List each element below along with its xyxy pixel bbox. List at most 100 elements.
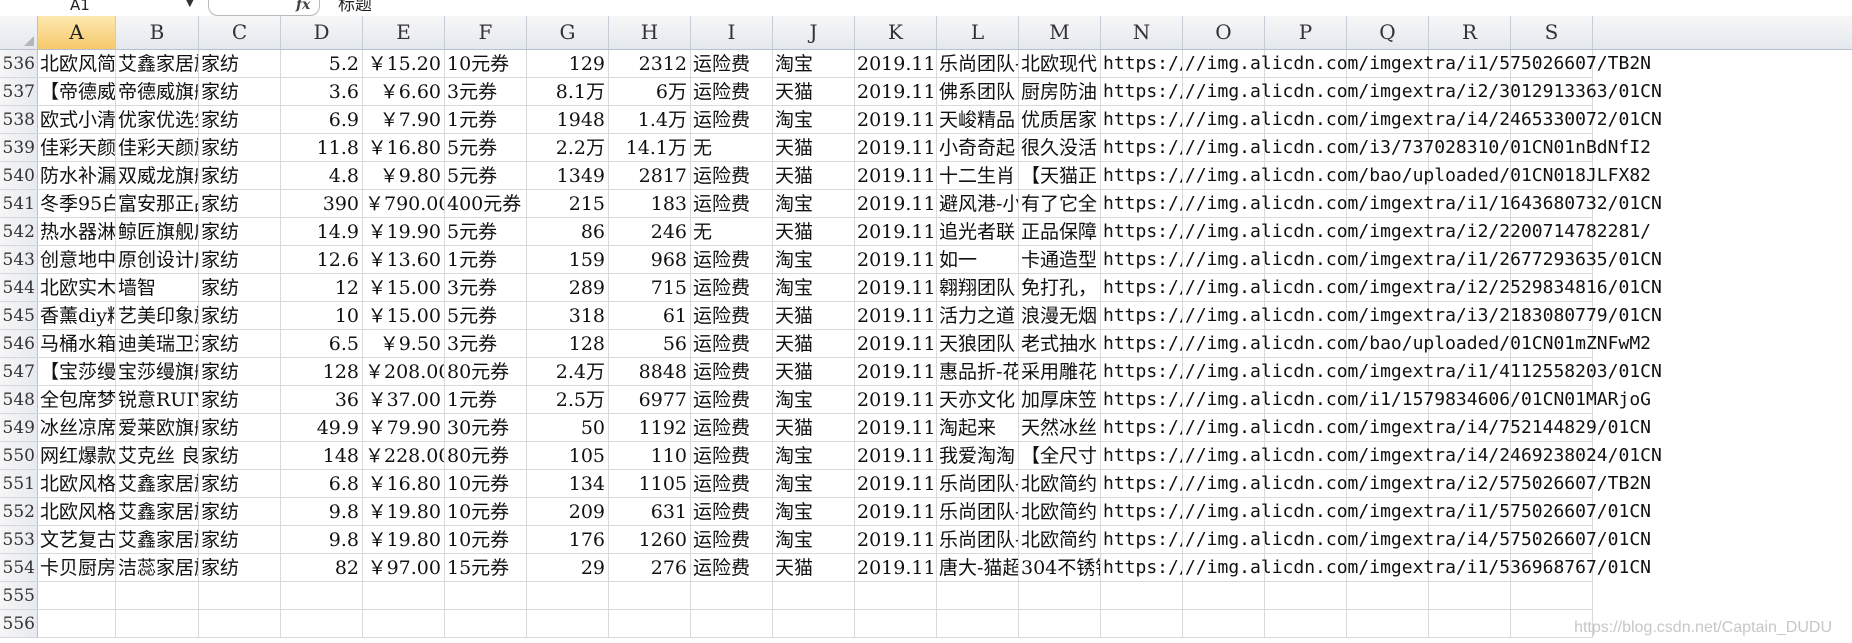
cell-image-url[interactable]: //img.alicdn.com/imgextra/i1/4112558203/…: [1183, 358, 1662, 386]
name-box-dropdown-icon[interactable]: ▼: [186, 0, 194, 9]
column-header-h[interactable]: H: [609, 16, 691, 49]
cell-monthly-sales[interactable]: 6977: [609, 386, 691, 414]
cell-price[interactable]: ￥15.00: [363, 274, 445, 302]
cell-shipping[interactable]: 无: [691, 218, 773, 246]
row-header[interactable]: 541: [0, 190, 38, 218]
cell-category[interactable]: 家纺: [199, 470, 281, 498]
cell-link[interactable]: https://: [1101, 526, 1183, 554]
cell-shipping[interactable]: 运险费: [691, 526, 773, 554]
cell-coupon[interactable]: 80元券: [445, 442, 527, 470]
cell-image-url[interactable]: //img.alicdn.com/imgextra/i2/2529834816/…: [1183, 274, 1662, 302]
cell-link[interactable]: https://: [1101, 218, 1183, 246]
cell-coupon-price[interactable]: 9.8: [281, 498, 363, 526]
cell-shipping[interactable]: 运险费: [691, 302, 773, 330]
cell-title[interactable]: 热水器淋浴: [38, 218, 116, 246]
cell-coupon-price[interactable]: 49.9: [281, 414, 363, 442]
cell-coupon-price[interactable]: 3.6: [281, 78, 363, 106]
cell-category[interactable]: 家纺: [199, 218, 281, 246]
cell-price[interactable]: ￥16.80: [363, 134, 445, 162]
cell-price[interactable]: ￥9.50: [363, 330, 445, 358]
column-header-e[interactable]: E: [363, 16, 445, 49]
cell-team[interactable]: 佛系团队: [937, 78, 1019, 106]
cell-team[interactable]: 活力之道: [937, 302, 1019, 330]
cell-p[interactable]: [1265, 582, 1347, 610]
column-header-r[interactable]: R: [1429, 16, 1511, 49]
cell-description[interactable]: [1019, 610, 1101, 638]
row-header[interactable]: 554: [0, 554, 38, 582]
row-header[interactable]: 543: [0, 246, 38, 274]
cell-date[interactable]: 2019.11.1: [855, 274, 937, 302]
cell-title[interactable]: 马桶水箱: [38, 330, 116, 358]
cell-platform[interactable]: 淘宝: [773, 106, 855, 134]
cell-platform[interactable]: 天猫: [773, 302, 855, 330]
cell-link[interactable]: https://: [1101, 78, 1183, 106]
cell-shipping[interactable]: 运险费: [691, 414, 773, 442]
row-header[interactable]: 552: [0, 498, 38, 526]
cell-monthly-sales[interactable]: 14.1万: [609, 134, 691, 162]
cell-description[interactable]: 北欧简约: [1019, 470, 1101, 498]
cell-image-url[interactable]: //img.alicdn.com/imgextra/i1/536968767/0…: [1183, 554, 1651, 582]
column-header-l[interactable]: L: [937, 16, 1019, 49]
cell-sales[interactable]: 289: [527, 274, 609, 302]
cell-coupon-price[interactable]: 12: [281, 274, 363, 302]
cell-date[interactable]: 2019.11.1: [855, 246, 937, 274]
cell-sales[interactable]: 2.5万: [527, 386, 609, 414]
cell-sales[interactable]: [527, 582, 609, 610]
cell-shop[interactable]: 艾鑫家居旗: [116, 50, 199, 78]
cell-coupon-price[interactable]: 4.8: [281, 162, 363, 190]
cell-platform[interactable]: [773, 582, 855, 610]
cell-sales[interactable]: 2.4万: [527, 358, 609, 386]
cell-date[interactable]: 2019.11.0: [855, 358, 937, 386]
cell-category[interactable]: 家纺: [199, 330, 281, 358]
cell-link[interactable]: https://: [1101, 442, 1183, 470]
cell-coupon-price[interactable]: 6.5: [281, 330, 363, 358]
column-header-q[interactable]: Q: [1347, 16, 1429, 49]
cell-shipping[interactable]: [691, 582, 773, 610]
cell-team[interactable]: 乐尚团队-: [937, 470, 1019, 498]
cell-coupon[interactable]: 5元券: [445, 302, 527, 330]
row-header[interactable]: 536: [0, 50, 38, 78]
cell-team[interactable]: 小奇奇起: [937, 134, 1019, 162]
cell-team[interactable]: 追光者联: [937, 218, 1019, 246]
cell-price[interactable]: ￥19.90: [363, 218, 445, 246]
cell-coupon-price[interactable]: 82: [281, 554, 363, 582]
cell-shipping[interactable]: 运险费: [691, 498, 773, 526]
cell-title[interactable]: [38, 582, 116, 610]
cell-shop[interactable]: 优家优选生: [116, 106, 199, 134]
cell-coupon[interactable]: 10元券: [445, 470, 527, 498]
cell-coupon[interactable]: 10元券: [445, 498, 527, 526]
cell-title[interactable]: 全包席梦思: [38, 386, 116, 414]
cell-monthly-sales[interactable]: 6万: [609, 78, 691, 106]
cell-platform[interactable]: 淘宝: [773, 190, 855, 218]
cell-link[interactable]: https://: [1101, 554, 1183, 582]
cell-date[interactable]: 2019.11.1: [855, 330, 937, 358]
cell-platform[interactable]: 淘宝: [773, 470, 855, 498]
cell-platform[interactable]: [773, 610, 855, 638]
cell-image-url[interactable]: //img.alicdn.com/i1/1579834606/01CN01MAR…: [1183, 386, 1651, 414]
cell-coupon-price[interactable]: 6.8: [281, 470, 363, 498]
cell-coupon-price[interactable]: [281, 582, 363, 610]
cell-shipping[interactable]: 运险费: [691, 106, 773, 134]
cell-sales[interactable]: 318: [527, 302, 609, 330]
row-header[interactable]: 556: [0, 610, 38, 638]
cell-team[interactable]: 乐尚团队-: [937, 526, 1019, 554]
cell-coupon-price[interactable]: 390: [281, 190, 363, 218]
cell-sales[interactable]: 159: [527, 246, 609, 274]
cell-platform[interactable]: 淘宝: [773, 442, 855, 470]
cell-category[interactable]: 家纺: [199, 302, 281, 330]
cell-team[interactable]: 避风港-小: [937, 190, 1019, 218]
cell-image-url[interactable]: //img.alicdn.com/imgextra/i3/2183080779/…: [1183, 302, 1662, 330]
cell-sales[interactable]: 50: [527, 414, 609, 442]
cell-date[interactable]: 2019.11.1: [855, 414, 937, 442]
cell-sales[interactable]: 105: [527, 442, 609, 470]
cell-shipping[interactable]: 运险费: [691, 274, 773, 302]
cell-title[interactable]: 文艺复古: [38, 526, 116, 554]
cell-date[interactable]: 2019.11.0: [855, 134, 937, 162]
cell-team[interactable]: 天亦文化: [937, 386, 1019, 414]
cell-price[interactable]: ￥15.00: [363, 302, 445, 330]
cell-price[interactable]: ￥19.80: [363, 498, 445, 526]
cell-description[interactable]: 加厚床笠: [1019, 386, 1101, 414]
cell-category[interactable]: 家纺: [199, 162, 281, 190]
row-header[interactable]: 540: [0, 162, 38, 190]
cell-title[interactable]: 佳彩天颜: [38, 134, 116, 162]
